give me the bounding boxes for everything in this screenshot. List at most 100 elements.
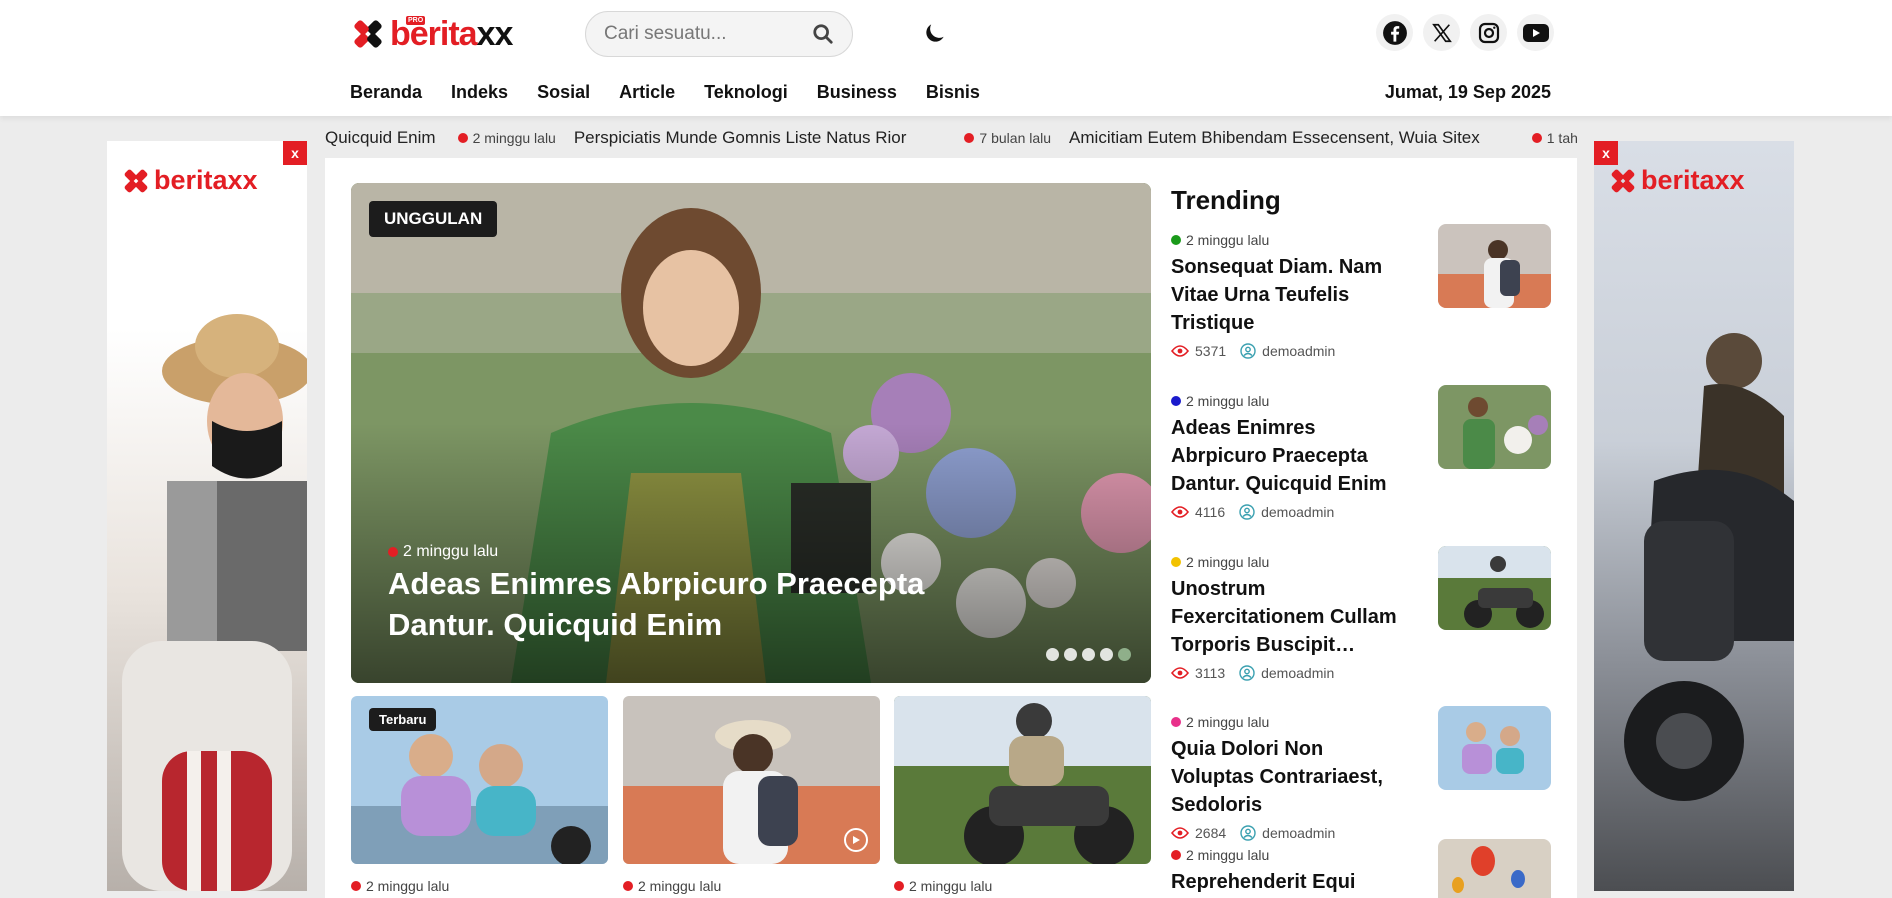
- hero-title[interactable]: Adeas Enimres Abrpicuro Praecepta Dantur…: [388, 563, 948, 645]
- facebook-link[interactable]: [1376, 14, 1413, 51]
- slider-dot[interactable]: [1100, 648, 1113, 661]
- search-box[interactable]: Cari sesuatu...: [585, 11, 853, 57]
- user-icon: [1240, 825, 1256, 841]
- trending-item[interactable]: 2 minggu lalu Reprehenderit Equi Zinea: [1171, 839, 1551, 898]
- card-time: 2 minggu lalu: [894, 878, 1151, 894]
- trend-title[interactable]: Adeas Enimres Abrpicuro Praecepta Dantur…: [1171, 414, 1406, 498]
- card-time: 2 minggu lalu: [351, 878, 608, 894]
- ad-illustration: [122, 314, 307, 891]
- trending-item[interactable]: 2 minggu lalu Unostrum Fexercitationem C…: [1171, 546, 1551, 681]
- time-dot-icon: [351, 881, 361, 891]
- news-ticker: Quicquid Enim 2 minggu lalu Perspiciatis…: [325, 124, 1577, 154]
- trend-title[interactable]: Quia Dolori Non Voluptas Contrariaest, S…: [1171, 735, 1406, 819]
- close-ad-button[interactable]: x: [283, 141, 307, 165]
- author-name[interactable]: demoadmin: [1261, 665, 1334, 681]
- nav-item-teknologi[interactable]: Teknologi: [704, 82, 788, 103]
- instagram-link[interactable]: [1470, 14, 1507, 51]
- news-card[interactable]: 2 minggu lalu: [894, 696, 1151, 894]
- trend-title[interactable]: Reprehenderit Equi Zinea: [1171, 868, 1406, 898]
- time-dot-icon: [964, 133, 975, 143]
- trend-thumbnail[interactable]: [1438, 839, 1551, 898]
- view-count: 5371: [1195, 343, 1227, 359]
- social-links: [1376, 14, 1554, 51]
- trend-meta: 5371 demoadmin: [1171, 343, 1551, 359]
- logo-mark-icon: [354, 20, 382, 48]
- search-icon[interactable]: [812, 23, 834, 45]
- time-dot-icon: [623, 881, 633, 891]
- ticker-item-title[interactable]: Amicitiam Eutem Bhibendam Essecensent, W…: [1069, 128, 1480, 148]
- nav-item-article[interactable]: Article: [619, 82, 675, 103]
- moon-icon[interactable]: [922, 20, 948, 46]
- author-name[interactable]: demoadmin: [1262, 825, 1335, 841]
- author-name[interactable]: demoadmin: [1261, 504, 1334, 520]
- user-icon: [1240, 343, 1256, 359]
- card-image[interactable]: [623, 696, 880, 864]
- ad-illustration: [1624, 333, 1794, 801]
- time-dot-icon: [894, 881, 904, 891]
- card-image[interactable]: Terbaru: [351, 696, 608, 864]
- trending-item[interactable]: 2 minggu lalu Adeas Enimres Abrpicuro Pr…: [1171, 385, 1551, 520]
- category-dot-icon: [1171, 850, 1181, 860]
- site-header: beritaxx PRO Cari sesuatu... Beranda Ind…: [0, 0, 1892, 116]
- play-icon[interactable]: [844, 828, 868, 852]
- ticker-item-title[interactable]: Perspiciatis Munde Gomnis Liste Natus Ri…: [574, 128, 907, 148]
- view-count: 3113: [1195, 665, 1226, 681]
- latest-badge[interactable]: Terbaru: [369, 708, 437, 731]
- trend-thumbnail[interactable]: [1438, 224, 1551, 308]
- category-dot-icon: [1171, 557, 1181, 567]
- user-icon: [1239, 665, 1255, 681]
- slider-dots: [1046, 648, 1131, 661]
- trend-thumbnail[interactable]: [1438, 706, 1551, 790]
- eye-icon: [1171, 827, 1189, 839]
- trending-item[interactable]: 2 minggu lalu Sonsequat Diam. Nam Vitae …: [1171, 224, 1551, 359]
- trend-thumbnail[interactable]: [1438, 385, 1551, 469]
- card-time: 2 minggu lalu: [623, 878, 880, 894]
- news-card[interactable]: 2 minggu lalu: [623, 696, 880, 894]
- slider-dot[interactable]: [1046, 648, 1059, 661]
- time-dot-icon: [388, 547, 398, 557]
- featured-slider[interactable]: UNGGULAN 2 minggu lalu Adeas Enimres Abr…: [351, 183, 1151, 683]
- slider-dot[interactable]: [1082, 648, 1095, 661]
- facebook-icon: [1382, 20, 1407, 45]
- news-card[interactable]: Terbaru 2 minggu lalu: [351, 696, 608, 894]
- view-count: 4116: [1195, 504, 1226, 520]
- ticker-item-title[interactable]: Quicquid Enim: [325, 128, 436, 148]
- eye-icon: [1171, 345, 1189, 357]
- card-image[interactable]: [894, 696, 1151, 864]
- ticker-item-time: 2 minggu lalu: [457, 130, 556, 146]
- right-ad-banner[interactable]: beritaxx: [1594, 141, 1794, 891]
- author-name[interactable]: demoadmin: [1262, 343, 1335, 359]
- featured-badge[interactable]: UNGGULAN: [369, 201, 498, 237]
- nav-item-business[interactable]: Business: [817, 82, 897, 103]
- instagram-icon: [1478, 22, 1499, 43]
- card-photo: [623, 696, 880, 864]
- trending-item[interactable]: 2 minggu lalu Quia Dolori Non Voluptas C…: [1171, 706, 1551, 841]
- trending-heading: Trending: [1171, 185, 1281, 215]
- nav-item-bisnis[interactable]: Bisnis: [926, 82, 980, 103]
- search-input[interactable]: Cari sesuatu...: [604, 23, 812, 45]
- trend-thumbnail[interactable]: [1438, 546, 1551, 630]
- ticker-item-time: 1 tahun: [1531, 130, 1577, 146]
- category-dot-icon: [1171, 717, 1181, 727]
- eye-icon: [1171, 667, 1189, 679]
- youtube-link[interactable]: [1517, 14, 1554, 51]
- card-photo: [894, 696, 1151, 864]
- nav-item-sosial[interactable]: Sosial: [537, 82, 590, 103]
- slider-dot[interactable]: [1064, 648, 1077, 661]
- eye-icon: [1171, 506, 1189, 518]
- user-icon: [1239, 504, 1255, 520]
- trend-title[interactable]: Unostrum Fexercitationem Cullam Torporis…: [1171, 575, 1406, 659]
- site-logo[interactable]: beritaxx PRO: [350, 14, 513, 54]
- view-count: 2684: [1195, 825, 1227, 841]
- trend-title[interactable]: Sonsequat Diam. Nam Vitae Urna Teufelis …: [1171, 253, 1406, 337]
- nav-item-indeks[interactable]: Indeks: [451, 82, 508, 103]
- logo-badge: PRO: [406, 16, 426, 25]
- nav-item-beranda[interactable]: Beranda: [350, 82, 422, 103]
- trend-meta: 4116 demoadmin: [1171, 504, 1551, 520]
- x-icon: [1431, 23, 1452, 42]
- left-ad-banner[interactable]: beritaxx: [107, 141, 307, 891]
- x-link[interactable]: [1423, 14, 1460, 51]
- slider-dot-active[interactable]: [1118, 648, 1131, 661]
- close-ad-button[interactable]: x: [1594, 141, 1618, 165]
- time-dot-icon: [1531, 133, 1542, 143]
